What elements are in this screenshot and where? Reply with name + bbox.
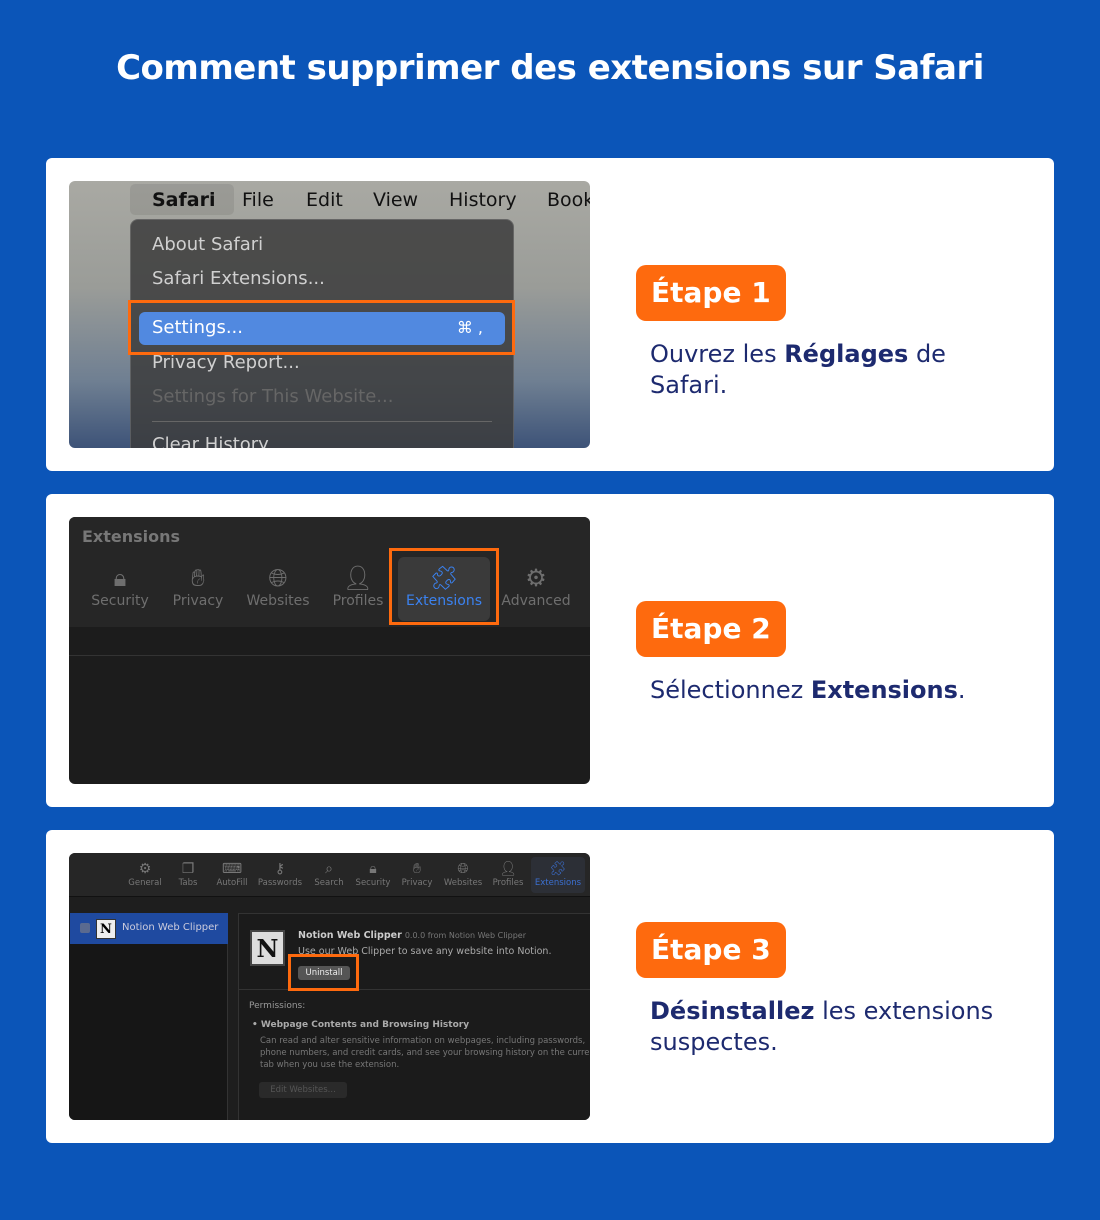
- permission-description: Can read and alter sensitive information…: [260, 1036, 590, 1070]
- tab-general[interactable]: ⚙︎ General: [125, 861, 165, 888]
- tab-autofill[interactable]: ⌨︎ AutoFill: [212, 861, 252, 888]
- menu-file[interactable]: File: [242, 189, 274, 211]
- settings-toolbar-screenshot: Extensions 🔒︎ Security ✋︎ Privacy 🌐︎ Websit…: [69, 517, 590, 784]
- hand-icon: ✋︎: [191, 564, 205, 592]
- search-icon: ⌕: [325, 861, 333, 877]
- edit-websites-button: Edit Websites...: [259, 1082, 347, 1098]
- step-badge: Étape 3: [636, 922, 786, 978]
- puzzle-icon: 🧩︎: [549, 861, 567, 877]
- tab-security[interactable]: 🔒︎ Security: [89, 563, 151, 609]
- tab-profiles[interactable]: 👤︎ Profiles: [488, 861, 528, 888]
- menu-item-website-settings: Settings for This Website...: [152, 386, 394, 407]
- tab-tabs[interactable]: ❐ Tabs: [173, 861, 203, 888]
- enable-checkbox[interactable]: [80, 923, 90, 933]
- step-description: Désinstallez les extensions suspectes.: [650, 997, 994, 1056]
- lock-icon: 🔒︎: [113, 564, 127, 592]
- gear-icon: ⚙︎: [138, 861, 152, 877]
- menu-item-clear-history[interactable]: Clear History: [152, 434, 269, 448]
- tab-privacy[interactable]: ✋︎ Privacy: [397, 861, 437, 888]
- window-title: Extensions: [82, 527, 181, 546]
- menu-item-privacy-report[interactable]: Privacy Report...: [152, 352, 300, 373]
- globe-icon: 🌐︎: [268, 564, 288, 592]
- menu-item-about[interactable]: About Safari: [152, 234, 263, 255]
- autofill-icon: ⌨︎: [221, 861, 243, 877]
- tab-profiles[interactable]: 👤︎ Profiles: [328, 563, 388, 609]
- step-3-card: ⚙︎ General ❐ Tabs ⌨︎ AutoFill ⚷ Passwords ⌕ S…: [46, 830, 1054, 1143]
- step-description: Ouvrez les Réglages de Safari.: [650, 340, 946, 399]
- permission-title: • Webpage Contents and Browsing History: [252, 1020, 470, 1030]
- notion-icon: N: [96, 919, 116, 939]
- lock-icon: 🔒︎: [369, 861, 377, 877]
- tabs-icon: ❐: [181, 861, 195, 877]
- extension-list-item[interactable]: N Notion Web Clipper: [70, 913, 228, 944]
- notion-logo-icon: N: [250, 930, 285, 966]
- menu-item-extensions[interactable]: Safari Extensions...: [152, 268, 325, 289]
- step-description: Sélectionnez Extensions.: [650, 676, 966, 704]
- tab-websites[interactable]: 🌐︎ Websites: [242, 563, 314, 609]
- menu-safari[interactable]: Safari: [152, 189, 215, 211]
- menu-view[interactable]: View: [373, 189, 418, 211]
- menu-history[interactable]: History: [449, 189, 517, 211]
- tab-search[interactable]: ⌕ Search: [311, 861, 347, 888]
- person-icon: 👤︎: [499, 861, 517, 877]
- highlight-box: [128, 300, 515, 355]
- permissions-label: Permissions:: [249, 1001, 306, 1011]
- page-title: Comment supprimer des extensions sur Saf…: [116, 48, 984, 88]
- menu-divider: [152, 421, 492, 422]
- tab-advanced[interactable]: ⚙︎ Advanced: [499, 563, 573, 609]
- globe-icon: 🌐︎: [457, 861, 469, 877]
- hand-icon: ✋︎: [413, 861, 421, 877]
- extension-version: 0.0.0 from Notion Web Clipper: [404, 931, 526, 940]
- tab-websites[interactable]: 🌐︎ Websites: [440, 861, 486, 888]
- extensions-pane-screenshot: ⚙︎ General ❐ Tabs ⌨︎ AutoFill ⚷ Passwords ⌕ S…: [69, 853, 590, 1120]
- menu-bar: Safari File Edit View History Book: [69, 181, 590, 218]
- tab-privacy[interactable]: ✋︎ Privacy: [169, 563, 227, 609]
- tab-security[interactable]: 🔒︎ Security: [351, 861, 395, 888]
- extension-name: Notion Web Clipper: [298, 930, 402, 941]
- menu-bookmarks[interactable]: Book: [547, 189, 590, 211]
- safari-menu-screenshot: Safari File Edit View History Book About…: [69, 181, 590, 448]
- gears-icon: ⚙︎: [525, 564, 547, 592]
- highlight-box: [389, 548, 499, 625]
- key-icon: ⚷: [274, 861, 286, 877]
- step-badge: Étape 2: [636, 601, 786, 657]
- step-badge: Étape 1: [636, 265, 786, 321]
- highlight-box: [288, 954, 359, 991]
- tab-extensions[interactable]: 🧩︎ Extensions: [531, 857, 585, 893]
- step-1-card: Safari File Edit View History Book About…: [46, 158, 1054, 471]
- menu-edit[interactable]: Edit: [306, 189, 343, 211]
- tab-passwords[interactable]: ⚷ Passwords: [256, 861, 304, 888]
- step-2-card: Extensions 🔒︎ Security ✋︎ Privacy 🌐︎ Websit…: [46, 494, 1054, 807]
- person-icon: 👤︎: [342, 564, 374, 592]
